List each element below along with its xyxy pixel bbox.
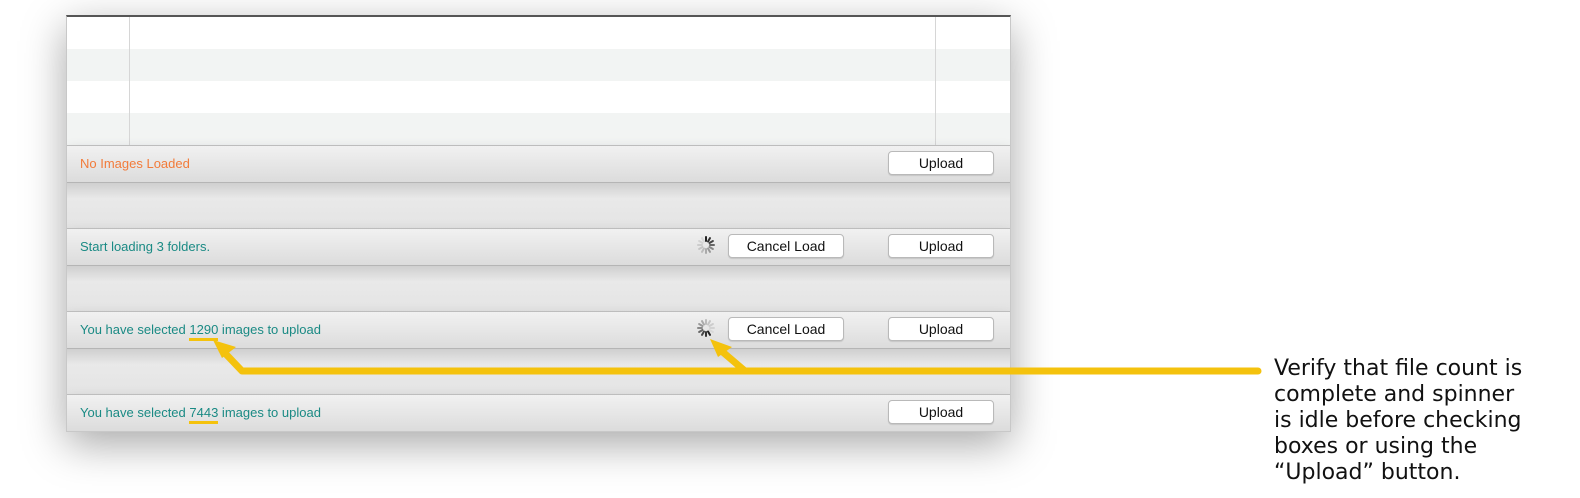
note-line: “Upload” button.	[1274, 460, 1461, 485]
arrowhead	[213, 340, 236, 358]
note-line: is idle before checking	[1274, 408, 1522, 433]
note-line: boxes or using the	[1274, 434, 1478, 459]
note-line: complete and spinner	[1274, 382, 1515, 407]
note-line: Verify that file count is	[1274, 356, 1523, 381]
arrow-to-count	[218, 346, 749, 375]
arrow-to-spinner	[714, 344, 1262, 375]
annotation-note: Verify that file count is complete and s…	[1274, 356, 1574, 486]
